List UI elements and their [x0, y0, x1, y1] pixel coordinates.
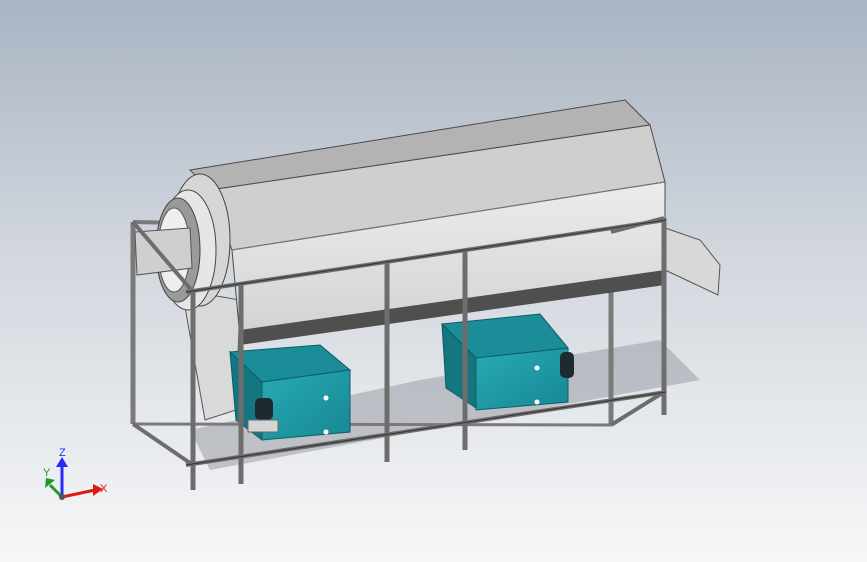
machine-model: Z Y X: [43, 99, 721, 500]
discharge-chute: [664, 227, 721, 296]
x-axis-label: X: [100, 483, 108, 495]
pump-right: [560, 352, 574, 378]
tank-right: [440, 313, 569, 411]
z-axis-label: Z: [59, 447, 66, 459]
y-axis-label: Y: [43, 467, 51, 479]
axis-triad: Z Y X: [43, 447, 108, 500]
cad-viewport[interactable]: Z Y X: [0, 0, 867, 562]
